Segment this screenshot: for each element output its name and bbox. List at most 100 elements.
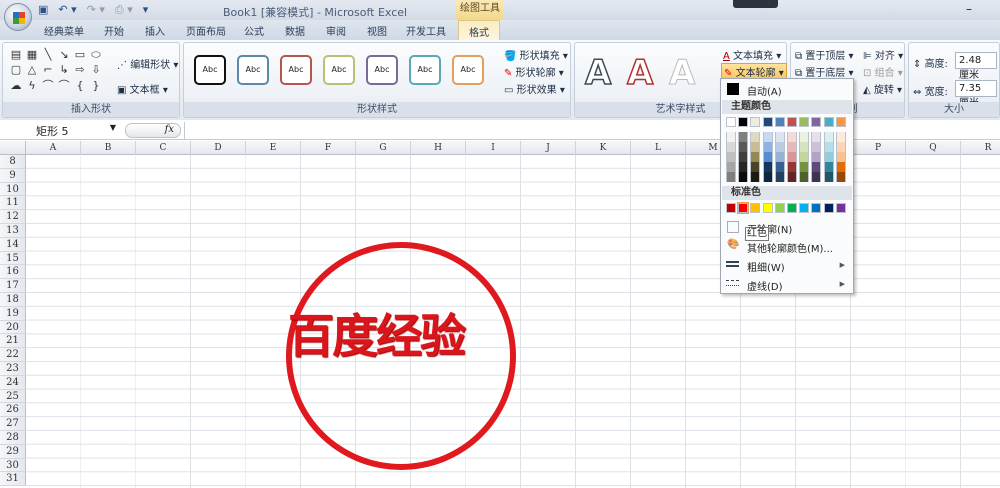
- color-swatch[interactable]: [726, 203, 736, 213]
- color-swatch[interactable]: [762, 152, 773, 162]
- wordart-style-2[interactable]: A: [626, 52, 654, 94]
- shape-style-3[interactable]: Abc: [280, 55, 312, 85]
- row-header[interactable]: 18: [0, 293, 26, 307]
- row-header[interactable]: 28: [0, 431, 26, 445]
- more-colors-option[interactable]: 其他轮廓颜色(M)...: [747, 240, 833, 255]
- row-header[interactable]: 9: [0, 168, 26, 183]
- height-input[interactable]: 2.48 厘米: [955, 52, 997, 81]
- tab-review[interactable]: 审阅: [326, 23, 346, 38]
- color-swatch[interactable]: [787, 162, 797, 172]
- weight-option[interactable]: 粗细(W): [747, 259, 785, 274]
- color-swatch[interactable]: [774, 142, 785, 152]
- dashes-option[interactable]: 虚线(D): [747, 278, 783, 293]
- color-swatch[interactable]: [823, 172, 834, 182]
- color-swatch[interactable]: [762, 142, 773, 152]
- shapes-gallery[interactable]: ▤ ▦ ╲ ↘ ▭ ⬭ ▢ △ ⌐ ↳ ⇨ ⇩ ☁ ϟ ⌒ ⌒{}: [8, 47, 104, 93]
- shape-fill-button[interactable]: 🪣 形状填充 ▾: [504, 47, 568, 62]
- row-header[interactable]: 8: [0, 155, 26, 169]
- column-header[interactable]: F: [301, 141, 356, 155]
- color-swatch[interactable]: [823, 142, 834, 152]
- tab-insert[interactable]: 插入: [145, 23, 165, 38]
- color-swatch[interactable]: [762, 172, 773, 182]
- color-swatch[interactable]: [738, 162, 749, 172]
- color-swatch[interactable]: [811, 117, 822, 127]
- color-swatch[interactable]: [811, 162, 822, 172]
- shape-12-icon[interactable]: ☁: [8, 78, 24, 93]
- print-button[interactable]: ⎙ ▾: [115, 3, 133, 17]
- color-swatch[interactable]: [835, 142, 846, 152]
- column-header[interactable]: J: [521, 141, 576, 155]
- color-swatch[interactable]: [726, 162, 736, 172]
- color-swatch[interactable]: [737, 202, 750, 214]
- color-swatch[interactable]: [774, 152, 785, 162]
- color-swatch[interactable]: [738, 132, 749, 142]
- shape-5-icon[interactable]: ⬭: [88, 47, 104, 62]
- color-swatch[interactable]: [823, 152, 834, 162]
- bring-to-front-button[interactable]: ⧉ 置于顶层 ▾: [795, 47, 854, 62]
- color-swatch[interactable]: [750, 203, 761, 213]
- color-swatch[interactable]: [799, 117, 810, 127]
- color-swatch[interactable]: [762, 203, 773, 213]
- undo-button[interactable]: ↶ ▾: [58, 3, 76, 17]
- shape-15-icon[interactable]: ⌒: [56, 78, 72, 93]
- color-swatch[interactable]: [762, 117, 773, 127]
- color-swatch[interactable]: [726, 132, 736, 142]
- column-header[interactable]: H: [411, 141, 466, 155]
- shape-11-icon[interactable]: ⇩: [88, 62, 104, 77]
- shape-14-icon[interactable]: ⌒: [40, 78, 56, 93]
- column-header[interactable]: I: [466, 141, 521, 155]
- color-swatch[interactable]: [774, 162, 785, 172]
- shape-9-icon[interactable]: ↳: [56, 62, 72, 77]
- edit-shape-button[interactable]: ⋰ 编辑形状 ▾: [117, 56, 178, 71]
- text-box-button[interactable]: ▣ 文本框 ▾: [117, 81, 168, 96]
- color-swatch[interactable]: [811, 152, 822, 162]
- tab-format[interactable]: 格式: [458, 20, 500, 41]
- color-swatch[interactable]: [726, 117, 736, 127]
- color-swatch[interactable]: [738, 172, 749, 182]
- color-swatch[interactable]: [774, 203, 785, 213]
- color-swatch[interactable]: [823, 162, 834, 172]
- minimize-button[interactable]: –: [966, 2, 972, 16]
- color-swatch[interactable]: [835, 203, 846, 213]
- row-header[interactable]: 10: [0, 182, 26, 197]
- color-swatch[interactable]: [823, 117, 834, 127]
- shape-16-icon[interactable]: {: [72, 78, 88, 93]
- row-header[interactable]: 23: [0, 362, 26, 376]
- color-swatch[interactable]: [750, 132, 761, 142]
- formula-input[interactable]: [184, 122, 1000, 139]
- tab-data[interactable]: 数据: [285, 23, 305, 38]
- color-swatch[interactable]: [787, 152, 797, 162]
- color-swatch[interactable]: [799, 142, 810, 152]
- column-header[interactable]: G: [356, 141, 411, 155]
- row-header[interactable]: 25: [0, 389, 26, 404]
- group-button[interactable]: ⊡ 组合 ▾: [863, 64, 903, 79]
- shape-0-icon[interactable]: ▤: [8, 47, 24, 62]
- color-swatch[interactable]: [774, 132, 785, 142]
- rotate-button[interactable]: ◭ 旋转 ▾: [863, 81, 902, 96]
- color-swatch[interactable]: [750, 117, 761, 127]
- color-swatch[interactable]: [835, 117, 846, 127]
- save-button[interactable]: ▣: [38, 3, 48, 17]
- color-swatch[interactable]: [823, 203, 834, 213]
- shape-style-6[interactable]: Abc: [409, 55, 441, 85]
- column-header[interactable]: R: [961, 141, 1000, 155]
- color-swatch[interactable]: [787, 172, 797, 182]
- tab-formulas[interactable]: 公式: [244, 23, 264, 38]
- row-header[interactable]: 16: [0, 265, 26, 280]
- column-header[interactable]: A: [26, 141, 81, 155]
- row-header[interactable]: 12: [0, 210, 26, 224]
- color-swatch[interactable]: [787, 132, 797, 142]
- row-header[interactable]: 17: [0, 279, 26, 293]
- row-header[interactable]: 14: [0, 237, 26, 252]
- shape-4-icon[interactable]: ▭: [72, 47, 88, 62]
- shape-2-icon[interactable]: ╲: [40, 47, 56, 62]
- color-swatch[interactable]: [835, 132, 846, 142]
- insert-function-button[interactable]: fx: [125, 123, 181, 138]
- row-header[interactable]: 31: [0, 472, 26, 487]
- color-swatch[interactable]: [762, 162, 773, 172]
- color-swatch[interactable]: [799, 152, 810, 162]
- column-header[interactable]: L: [631, 141, 686, 155]
- color-swatch[interactable]: [811, 203, 822, 213]
- text-fill-button[interactable]: A 文本填充 ▾: [723, 47, 781, 62]
- column-header[interactable]: C: [136, 141, 191, 155]
